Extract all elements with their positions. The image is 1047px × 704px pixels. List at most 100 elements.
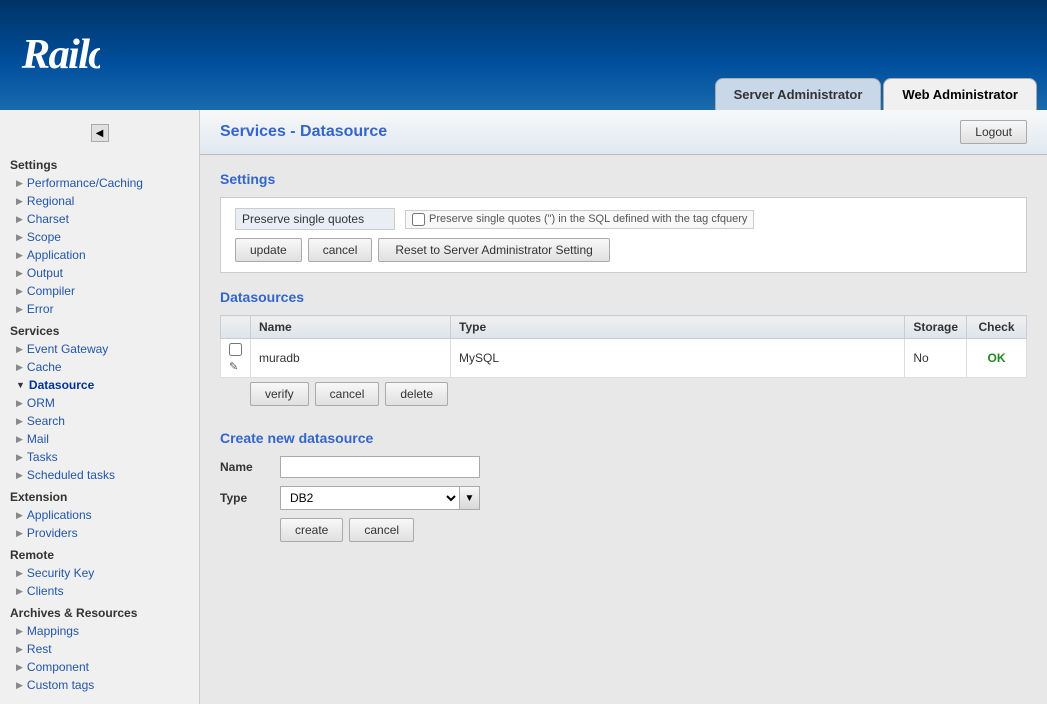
collapse-icon[interactable]: ◀: [91, 124, 109, 142]
tab-server-administrator[interactable]: Server Administrator: [715, 78, 882, 110]
create-name-input[interactable]: [280, 456, 480, 478]
preserve-checkbox-text: Preserve single quotes (") in the SQL de…: [429, 213, 747, 225]
preserve-checkbox-label[interactable]: Preserve single quotes (") in the SQL de…: [405, 210, 754, 229]
arrow-icon: ▶: [16, 586, 23, 597]
row-name: muradb: [251, 339, 451, 378]
datasource-actions: verify cancel delete: [220, 378, 1027, 410]
sidebar-section-archives: Archives & Resources: [0, 600, 199, 622]
sidebar-item-scope[interactable]: ▶Scope: [0, 228, 199, 246]
preserve-checkbox[interactable]: [412, 213, 425, 226]
arrow-icon: ▶: [16, 196, 23, 207]
create-cancel-button[interactable]: cancel: [349, 518, 414, 542]
sidebar-item-clients[interactable]: ▶Clients: [0, 582, 199, 600]
sidebar-item-application[interactable]: ▶Application: [0, 246, 199, 264]
sidebar-item-applications[interactable]: ▶Applications: [0, 506, 199, 524]
arrow-icon: ▶: [16, 250, 23, 261]
sidebar-item-custom-tags[interactable]: ▶Custom tags: [0, 676, 199, 694]
settings-preserve-row: Preserve single quotes Preserve single q…: [235, 208, 1012, 230]
arrow-icon: ▶: [16, 344, 23, 355]
arrow-icon: ▶: [16, 178, 23, 189]
datasources-title: Datasources: [220, 289, 1027, 305]
arrow-icon: ▶: [16, 362, 23, 373]
layout: ◀ Settings ▶Performance/Caching ▶Regiona…: [0, 110, 1047, 704]
verify-button[interactable]: verify: [250, 382, 309, 406]
row-type: MySQL: [451, 339, 905, 378]
create-btn-row: create cancel: [280, 518, 1027, 542]
main-content: Services - Datasource Logout Settings Pr…: [200, 110, 1047, 704]
sidebar-item-datasource[interactable]: ▼Datasource: [0, 376, 199, 394]
sidebar-item-error[interactable]: ▶Error: [0, 300, 199, 318]
arrow-icon: ▶: [16, 568, 23, 579]
preserve-label: Preserve single quotes: [235, 208, 395, 230]
sidebar-item-mappings[interactable]: ▶Mappings: [0, 622, 199, 640]
sidebar-item-search[interactable]: ▶Search: [0, 412, 199, 430]
create-type-label: Type: [220, 491, 280, 505]
sidebar-item-event-gateway[interactable]: ▶Event Gateway: [0, 340, 199, 358]
logout-button[interactable]: Logout: [960, 120, 1027, 144]
sidebar-item-security-key[interactable]: ▶Security Key: [0, 564, 199, 582]
reset-button[interactable]: Reset to Server Administrator Setting: [378, 238, 609, 262]
sidebar-item-compiler[interactable]: ▶Compiler: [0, 282, 199, 300]
arrow-icon: ▶: [16, 286, 23, 297]
header: Railo Server Administrator Web Administr…: [0, 0, 1047, 110]
delete-button[interactable]: delete: [385, 382, 448, 406]
datasources-table: Name Type Storage Check ✎ muradb: [220, 315, 1027, 378]
create-name-row: Name: [220, 456, 1027, 478]
sidebar-item-regional[interactable]: ▶Regional: [0, 192, 199, 210]
sidebar-section-remote: Remote: [0, 542, 199, 564]
sidebar-item-performance-caching[interactable]: ▶Performance/Caching: [0, 174, 199, 192]
arrow-icon: ▶: [16, 214, 23, 225]
arrow-icon: ▶: [16, 452, 23, 463]
create-section-title: Create new datasource: [220, 430, 1027, 446]
arrow-icon: ▶: [16, 304, 23, 315]
create-type-select[interactable]: DB2 MySQL MSSQL Oracle PostgreSQL H2 HSQ…: [281, 487, 459, 509]
settings-box: Preserve single quotes Preserve single q…: [220, 197, 1027, 273]
ok-badge: OK: [988, 351, 1006, 365]
sidebar-item-orm[interactable]: ▶ORM: [0, 394, 199, 412]
datasources-section: Datasources Name Type Storage Check: [220, 289, 1027, 410]
arrow-icon: ▶: [16, 416, 23, 427]
arrow-icon: ▶: [16, 626, 23, 637]
logo: Railo: [20, 20, 100, 90]
sidebar-item-scheduled-tasks[interactable]: ▶Scheduled tasks: [0, 466, 199, 484]
row-checkbox[interactable]: [229, 343, 242, 356]
sidebar-item-providers[interactable]: ▶Providers: [0, 524, 199, 542]
edit-icon[interactable]: ✎: [229, 361, 238, 373]
row-check-status: OK: [967, 339, 1027, 378]
cancel-button[interactable]: cancel: [308, 238, 373, 262]
sidebar-item-output[interactable]: ▶Output: [0, 264, 199, 282]
sidebar-item-charset[interactable]: ▶Charset: [0, 210, 199, 228]
col-header-check: Check: [967, 316, 1027, 339]
header-tabs: Server Administrator Web Administrator: [713, 78, 1037, 110]
col-header-checkbox: [221, 316, 251, 339]
row-checkbox-cell: ✎: [221, 339, 251, 378]
table-header-row: Name Type Storage Check: [221, 316, 1027, 339]
col-header-storage: Storage: [905, 316, 967, 339]
create-button[interactable]: create: [280, 518, 343, 542]
page-title: Services - Datasource: [220, 123, 387, 141]
arrow-icon: ▶: [16, 470, 23, 481]
row-storage: No: [905, 339, 967, 378]
create-type-select-wrap: DB2 MySQL MSSQL Oracle PostgreSQL H2 HSQ…: [280, 486, 480, 510]
tab-web-administrator[interactable]: Web Administrator: [883, 78, 1037, 110]
sidebar-section-settings: Settings: [0, 152, 199, 174]
sidebar-item-mail[interactable]: ▶Mail: [0, 430, 199, 448]
arrow-icon: ▶: [16, 662, 23, 673]
sidebar-section-services: Services: [0, 318, 199, 340]
arrow-icon: ▼: [16, 380, 25, 390]
sidebar-item-rest[interactable]: ▶Rest: [0, 640, 199, 658]
col-header-name: Name: [251, 316, 451, 339]
arrow-icon: ▶: [16, 434, 23, 445]
settings-btn-row: update cancel Reset to Server Administra…: [235, 238, 1012, 262]
sidebar-item-cache[interactable]: ▶Cache: [0, 358, 199, 376]
sidebar-collapse[interactable]: ◀: [0, 120, 199, 146]
create-name-label: Name: [220, 460, 280, 474]
arrow-icon: ▶: [16, 680, 23, 691]
sidebar-item-component[interactable]: ▶Component: [0, 658, 199, 676]
arrow-icon: ▶: [16, 398, 23, 409]
arrow-icon: ▶: [16, 644, 23, 655]
ds-cancel-button[interactable]: cancel: [315, 382, 380, 406]
sidebar-item-tasks[interactable]: ▶Tasks: [0, 448, 199, 466]
svg-text:Railo: Railo: [21, 31, 100, 78]
update-button[interactable]: update: [235, 238, 302, 262]
